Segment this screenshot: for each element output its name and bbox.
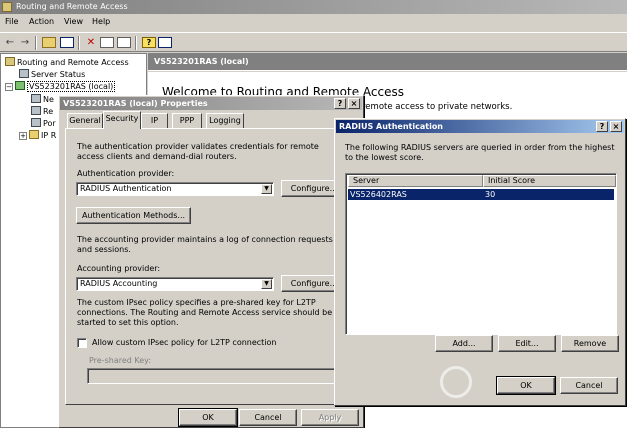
- accounting-description: The accounting provider maintains a log …: [77, 235, 333, 254]
- server-status-icon: [19, 69, 29, 78]
- close-icon[interactable]: ×: [348, 98, 360, 109]
- score-cell: 30: [485, 190, 496, 199]
- tree-node-ports[interactable]: Por: [31, 118, 56, 128]
- up-folder-icon[interactable]: [42, 37, 56, 48]
- back-icon[interactable]: ←: [3, 36, 17, 49]
- tree-child-label: Por: [43, 119, 56, 128]
- chevron-down-icon[interactable]: ▼: [261, 279, 272, 289]
- toolbar-separator: [78, 36, 80, 50]
- radius-server-list[interactable]: Server Initial Score VS526402RAS 30: [345, 173, 617, 335]
- auth-description: The authentication provider validates cr…: [77, 142, 319, 161]
- tree-child-label: IP R: [41, 131, 57, 140]
- radius-cancel-button[interactable]: Cancel: [560, 377, 618, 394]
- properties-ok-button[interactable]: OK: [178, 408, 238, 427]
- server-running-icon: [15, 81, 25, 90]
- preshared-key-label: Pre-shared Key:: [89, 356, 152, 365]
- edit-server-button[interactable]: Edit...: [498, 335, 556, 352]
- allow-ipsec-checkbox[interactable]: [77, 338, 87, 348]
- main-title-bar: Routing and Remote Access: [0, 0, 627, 14]
- welcome-text: remote access to private networks.: [362, 102, 513, 112]
- auth-provider-label: Authentication provider:: [77, 169, 175, 178]
- help-icon[interactable]: ?: [142, 37, 156, 48]
- details-header: VS523201RAS (local): [148, 53, 627, 71]
- tree-node-server[interactable]: − VS523201RAS (local): [5, 81, 116, 92]
- auth-provider-select[interactable]: RADIUS Authentication ▼: [76, 182, 274, 196]
- menu-file[interactable]: File: [5, 17, 18, 26]
- network-interfaces-icon: [31, 94, 41, 103]
- tree-root-label: Routing and Remote Access: [17, 58, 129, 67]
- properties-apply-button: Apply: [301, 409, 359, 426]
- column-header-server[interactable]: Server: [348, 175, 483, 187]
- tab-logging[interactable]: Logging: [206, 113, 244, 128]
- tree-server-label: VS523201RAS (local): [27, 81, 116, 92]
- accounting-provider-label: Accounting provider:: [77, 264, 161, 273]
- export-icon[interactable]: [117, 37, 131, 48]
- rras-icon: [5, 57, 15, 66]
- radius-title: RADIUS Authentication: [339, 122, 444, 131]
- tab-security[interactable]: Security: [103, 111, 141, 129]
- toolbar-separator: [135, 36, 137, 50]
- show-tree-icon[interactable]: [60, 37, 74, 48]
- radius-title-bar: RADIUS Authentication ? ×: [336, 120, 624, 133]
- watermark-logo: [440, 366, 472, 398]
- column-header-initial-score[interactable]: Initial Score: [483, 175, 616, 187]
- preshared-key-input: [87, 368, 342, 384]
- rras-app-icon: [2, 2, 12, 12]
- tree-node-remote-access-clients[interactable]: Re: [31, 106, 53, 116]
- close-icon[interactable]: ×: [610, 121, 622, 132]
- properties-dialog: VS523201RAS (local) Properties ? × Gener…: [58, 95, 364, 428]
- tab-general[interactable]: General: [67, 113, 103, 128]
- auth-provider-value: RADIUS Authentication: [80, 184, 172, 193]
- forward-icon[interactable]: →: [18, 36, 32, 49]
- ipsec-description: The custom IPsec policy specifies a pre-…: [77, 298, 333, 327]
- apply-label: Apply: [318, 413, 342, 422]
- accounting-provider-select[interactable]: RADIUS Accounting ▼: [76, 277, 274, 291]
- server-cell: VS526402RAS: [350, 190, 407, 199]
- tree-node-ip-routing[interactable]: + IP R: [19, 130, 56, 140]
- ports-icon: [31, 118, 41, 127]
- authentication-methods-button[interactable]: Authentication Methods...: [76, 207, 191, 224]
- radius-ok-button[interactable]: OK: [496, 376, 556, 395]
- ip-routing-icon: [29, 130, 39, 139]
- tree-node-server-status[interactable]: Server Status: [19, 69, 85, 79]
- tab-ip[interactable]: IP: [141, 113, 168, 128]
- menu-action[interactable]: Action: [29, 17, 54, 26]
- remove-server-button[interactable]: Remove: [561, 335, 619, 352]
- properties-title-bar: VS523201RAS (local) Properties ? ×: [60, 97, 362, 110]
- clients-icon: [31, 106, 41, 115]
- main-window-title: Routing and Remote Access: [16, 2, 128, 11]
- radius-authentication-dialog: RADIUS Authentication ? × The following …: [334, 118, 626, 406]
- properties-title: VS523201RAS (local) Properties: [63, 99, 208, 108]
- allow-ipsec-label[interactable]: Allow custom IPsec policy for L2TP conne…: [92, 338, 277, 348]
- accounting-provider-value: RADIUS Accounting: [80, 279, 158, 288]
- help-caption-icon[interactable]: ?: [596, 121, 608, 132]
- help-caption-icon[interactable]: ?: [334, 98, 346, 109]
- menu-bar: File Action View Help: [0, 15, 627, 31]
- table-row[interactable]: VS526402RAS 30: [348, 189, 614, 200]
- toolbar-separator: [35, 36, 37, 50]
- menu-view[interactable]: View: [64, 17, 83, 26]
- menu-help[interactable]: Help: [92, 17, 110, 26]
- tree-child-label: Re: [43, 107, 54, 116]
- toolbar: ← → ✕ ?: [0, 32, 627, 52]
- add-server-button[interactable]: Add...: [435, 335, 493, 352]
- chevron-down-icon[interactable]: ▼: [261, 184, 272, 194]
- properties-icon[interactable]: [100, 37, 114, 48]
- radius-description: The following RADIUS servers are queried…: [345, 143, 615, 162]
- tree-node-root[interactable]: Routing and Remote Access: [5, 57, 129, 67]
- properties-cancel-button[interactable]: Cancel: [239, 409, 297, 426]
- tree-server-status-label: Server Status: [31, 70, 86, 79]
- tab-ppp[interactable]: PPP: [172, 113, 202, 128]
- delete-icon[interactable]: ✕: [84, 36, 98, 49]
- tree-child-label: Ne: [43, 95, 54, 104]
- collapse-icon[interactable]: −: [5, 83, 13, 91]
- console-icon[interactable]: [158, 37, 172, 48]
- expand-icon[interactable]: +: [19, 132, 27, 140]
- tree-node-network-interfaces[interactable]: Ne: [31, 94, 54, 104]
